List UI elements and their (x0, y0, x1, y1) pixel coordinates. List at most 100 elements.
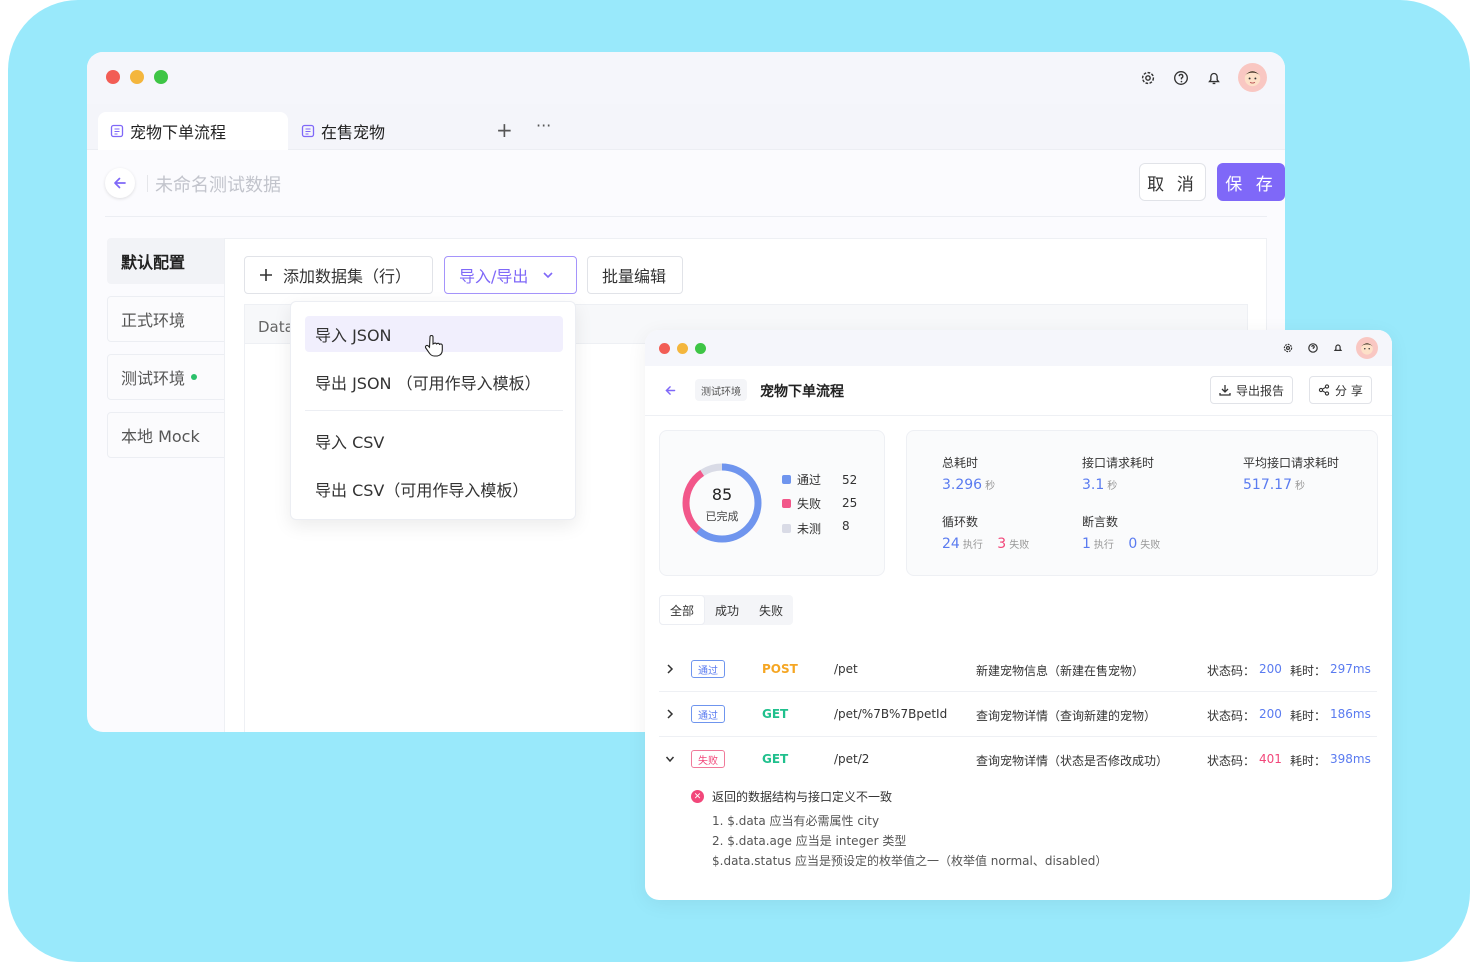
legend-value: 25 (842, 496, 858, 510)
table-row[interactable]: 通过 POST /pet 新建宠物信息（新建在售宠物） 状态码： 200 耗时：… (659, 648, 1377, 692)
error-title: ✕ 返回的数据结构与接口定义不一致 (691, 788, 1107, 805)
user-avatar[interactable] (1356, 337, 1378, 359)
import-export-button[interactable]: 导入/导出 (444, 256, 577, 294)
loops-value: 24 执行 3 失败 (942, 536, 1030, 552)
tab-order-flow[interactable]: 宠物下单流程 (98, 112, 288, 150)
tab-label: 在售宠物 (321, 123, 386, 142)
legend-pass: 通过 (782, 471, 821, 488)
add-dataset-button[interactable]: 添加数据集（行） (244, 256, 433, 294)
duration-label: 耗时： (1290, 709, 1327, 723)
api-time-value: 3.1 秒 (1082, 477, 1118, 493)
request-path: /pet/2 (834, 752, 870, 766)
gear-icon[interactable] (1139, 69, 1157, 87)
request-path: /pet (834, 662, 858, 676)
save-button[interactable]: 保 存 (1217, 163, 1285, 201)
completed-label: 已完成 (705, 510, 739, 523)
title-bar (87, 52, 1285, 104)
env-default[interactable]: 默认配置 (107, 238, 225, 284)
menu-label: 导出 CSV（可用作导入模板） (315, 481, 529, 500)
status-badge: 通过 (691, 660, 725, 678)
chevron-down-icon[interactable] (665, 753, 675, 765)
import-export-label: 导入/导出 (459, 267, 529, 286)
error-line: 1. $.data 应当有必需属性 city (712, 814, 880, 828)
grid-divider (244, 344, 245, 732)
export-report-button[interactable]: 导出报告 (1210, 376, 1294, 404)
legend-label: 失败 (797, 497, 822, 511)
add-tab-button[interactable]: + (496, 118, 513, 142)
more-tabs-button[interactable]: ··· (536, 116, 551, 135)
table-row[interactable]: 通过 GET /pet/%7B%7BpetId 查询宠物详情（查询新建的宠物） … (659, 693, 1377, 737)
bell-icon[interactable] (1332, 342, 1344, 354)
share-button[interactable]: 分 享 (1309, 376, 1372, 404)
filter-success[interactable]: 成功 (705, 595, 749, 625)
error-line: 2. $.data.age 应当是 integer 类型 (712, 834, 907, 848)
status-code: 401 (1259, 752, 1282, 766)
arrow-left-icon (664, 385, 675, 395)
env-production[interactable]: 正式环境 (107, 296, 225, 342)
cancel-button[interactable]: 取 消 (1139, 163, 1206, 201)
gear-icon[interactable] (1282, 342, 1294, 354)
status-code-label: 状态码： (1207, 754, 1256, 768)
avg-time-value: 517.17 秒 (1243, 477, 1305, 493)
back-button[interactable] (105, 168, 135, 198)
env-test[interactable]: 测试环境 (107, 354, 225, 400)
status-code-label: 状态码： (1207, 664, 1256, 678)
legend-swatch (782, 475, 791, 484)
http-method: POST (762, 662, 798, 676)
status-badge: 失败 (691, 750, 725, 768)
maximize-dot[interactable] (695, 343, 706, 354)
result-filter: 全部 成功 失败 (659, 595, 794, 625)
chevron-down-icon (543, 272, 553, 279)
help-icon[interactable] (1307, 342, 1319, 354)
legend-label: 通过 (797, 473, 822, 487)
hand-cursor-icon (424, 335, 443, 357)
env-label: 正式环境 (121, 311, 186, 330)
minimize-dot[interactable] (677, 343, 688, 354)
bell-icon[interactable] (1205, 69, 1223, 87)
menu-divider (305, 410, 563, 411)
request-description: 新建宠物信息（新建在售宠物） (976, 664, 1145, 678)
duration: 398ms (1330, 752, 1371, 766)
status-badge: 通过 (691, 705, 725, 723)
batch-edit-button[interactable]: 批量编辑 (587, 256, 683, 294)
page-header: 未命名测试数据 取 消 保 存 (105, 162, 1285, 217)
error-line: $.data.status 应当是预设定的枚举值之一（枚举值 normal、di… (712, 854, 1108, 868)
menu-label: 导入 CSV (315, 433, 385, 452)
legend-value: 8 (842, 519, 850, 533)
menu-import-csv[interactable]: 导入 CSV (305, 423, 563, 459)
title-input[interactable]: 未命名测试数据 (155, 171, 281, 197)
share-icon (1318, 384, 1330, 396)
chevron-right-icon[interactable] (665, 663, 675, 675)
total-time-value: 3.296 秒 (942, 477, 996, 493)
report-header: 测试环境 宠物下单流程 导出报告 分 享 (645, 366, 1392, 416)
env-label: 测试环境 (121, 369, 186, 388)
add-dataset-label: 添加数据集（行） (283, 267, 412, 286)
download-icon (1219, 385, 1231, 396)
menu-export-json[interactable]: 导出 JSON （可用作导入模板） (305, 364, 563, 400)
back-button[interactable] (659, 379, 681, 401)
env-local-mock[interactable]: 本地 Mock (107, 412, 225, 458)
table-row[interactable]: 失败 GET /pet/2 查询宠物详情（状态是否修改成功） 状态码： 401 … (659, 738, 1377, 782)
close-dot[interactable] (659, 343, 670, 354)
menu-label: 导入 JSON (315, 326, 392, 345)
file-icon (110, 124, 124, 138)
minimize-dot[interactable] (130, 70, 144, 84)
help-icon[interactable] (1172, 69, 1190, 87)
close-dot[interactable] (106, 70, 120, 84)
summary-card: 85 已完成 通过 52 失败 25 未测 8 (659, 430, 885, 576)
duration-label: 耗时： (1290, 754, 1327, 768)
share-label: 分 享 (1335, 383, 1363, 398)
api-time-label: 接口请求耗时 (1082, 456, 1155, 470)
menu-export-csv[interactable]: 导出 CSV（可用作导入模板） (305, 471, 563, 507)
divider (147, 175, 148, 192)
filter-all[interactable]: 全部 (659, 595, 706, 625)
arrow-left-icon (114, 177, 126, 189)
user-avatar[interactable] (1238, 63, 1267, 92)
maximize-dot[interactable] (154, 70, 168, 84)
tab-pets-on-sale[interactable]: 在售宠物 (289, 112, 469, 150)
request-path: /pet/%7B%7BpetId (834, 707, 948, 721)
duration: 297ms (1330, 662, 1371, 676)
chevron-right-icon[interactable] (665, 708, 675, 720)
duration-label: 耗时： (1290, 664, 1327, 678)
filter-failed[interactable]: 失败 (749, 595, 793, 625)
